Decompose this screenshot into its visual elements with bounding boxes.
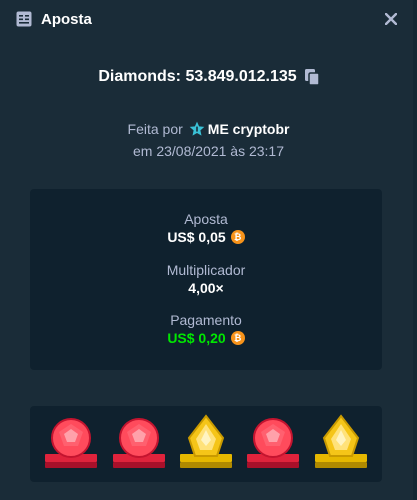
modal-header: Aposta [0,0,417,38]
bet-id: 53.849.012.135 [185,68,297,85]
red-gem-icon [110,414,168,476]
bet-id-row: Diamonds : 53.849.012.135 [0,68,417,86]
bet-amount-value-row: US$ 0,05 ₿ [30,229,382,245]
yellow-gem-icon [177,414,235,476]
scrollbar[interactable] [413,0,417,500]
username-link[interactable]: ME cryptobr [208,121,290,137]
close-icon[interactable] [382,10,400,28]
bitcoin-icon: ₿ [230,230,245,244]
bet-amount-label: Aposta [184,211,228,227]
payout-value-row: US$ 0,20 ₿ [30,330,382,346]
game-separator: : [175,68,186,85]
red-gem-icon [244,414,302,476]
multiplier-value: 4,00× [188,280,224,296]
payout-label: Pagamento [170,312,242,328]
modal-title: Aposta [41,10,92,28]
copy-icon[interactable] [304,69,319,85]
bet-slip-icon [16,11,32,27]
bitcoin-icon: ₿ [230,331,245,345]
made-by-row: Feita por ME cryptobr [0,121,417,137]
made-by-prefix: Feita por [127,121,183,137]
multiplier-stat: Multiplicador 4,00× [30,262,382,296]
yellow-gem-icon [312,414,370,476]
payout-stat: Pagamento US$ 0,20 ₿ [30,312,382,346]
bet-amount-value: US$ 0,05 [167,229,226,245]
bet-details-panel: Aposta US$ 0,05 ₿ Multiplicador 4,00× Pa… [30,189,382,370]
payout-value: US$ 0,20 [167,330,226,346]
star-icon [189,121,205,137]
diamonds-result-board [30,406,382,482]
multiplier-label: Multiplicador [166,262,246,278]
red-gem-icon [42,414,100,476]
game-name[interactable]: Diamonds [98,68,175,86]
bet-amount-stat: Aposta US$ 0,05 ₿ [30,211,382,245]
bet-date: em 23/08/2021 às 23:17 [132,143,284,159]
